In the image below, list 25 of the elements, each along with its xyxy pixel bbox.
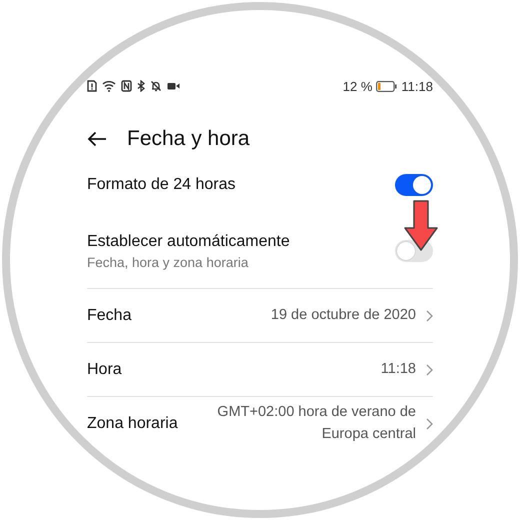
- chevron-icon: [426, 364, 433, 376]
- setting-subtitle: Fecha, hora y zona horaria: [87, 254, 250, 270]
- setting-label: Zona horaria: [87, 414, 178, 432]
- setting-label: Fecha: [87, 306, 132, 324]
- battery-icon: [376, 80, 398, 92]
- setting-value[interactable]: 19 de octubre de 2020: [270, 304, 416, 326]
- setting-label: Formato de 24 horas: [87, 176, 236, 194]
- toggle-switch[interactable]: [395, 174, 433, 196]
- sim-icon: [87, 80, 97, 92]
- muted-bell-icon: [150, 80, 162, 92]
- page-title: Fecha y hora: [127, 127, 250, 151]
- clock-time: 11:18: [401, 78, 433, 94]
- down-arrow-icon: [403, 200, 439, 252]
- battery-percentage: 12 %: [342, 78, 372, 94]
- bluetooth-icon: [137, 80, 145, 92]
- back-button[interactable]: [87, 131, 107, 147]
- chevron-icon: [426, 418, 433, 430]
- setting-label: Establecer automáticamente: [87, 232, 290, 250]
- chevron-icon: [426, 310, 433, 322]
- nfc-icon: [121, 80, 132, 92]
- setting-label: Hora: [87, 360, 122, 378]
- video-camera-icon: [167, 81, 180, 91]
- wifi-icon: [102, 80, 116, 92]
- setting-value[interactable]: GMT+02:00 hora de verano de Europa central: [216, 402, 416, 446]
- setting-value[interactable]: 11:18: [380, 358, 416, 380]
